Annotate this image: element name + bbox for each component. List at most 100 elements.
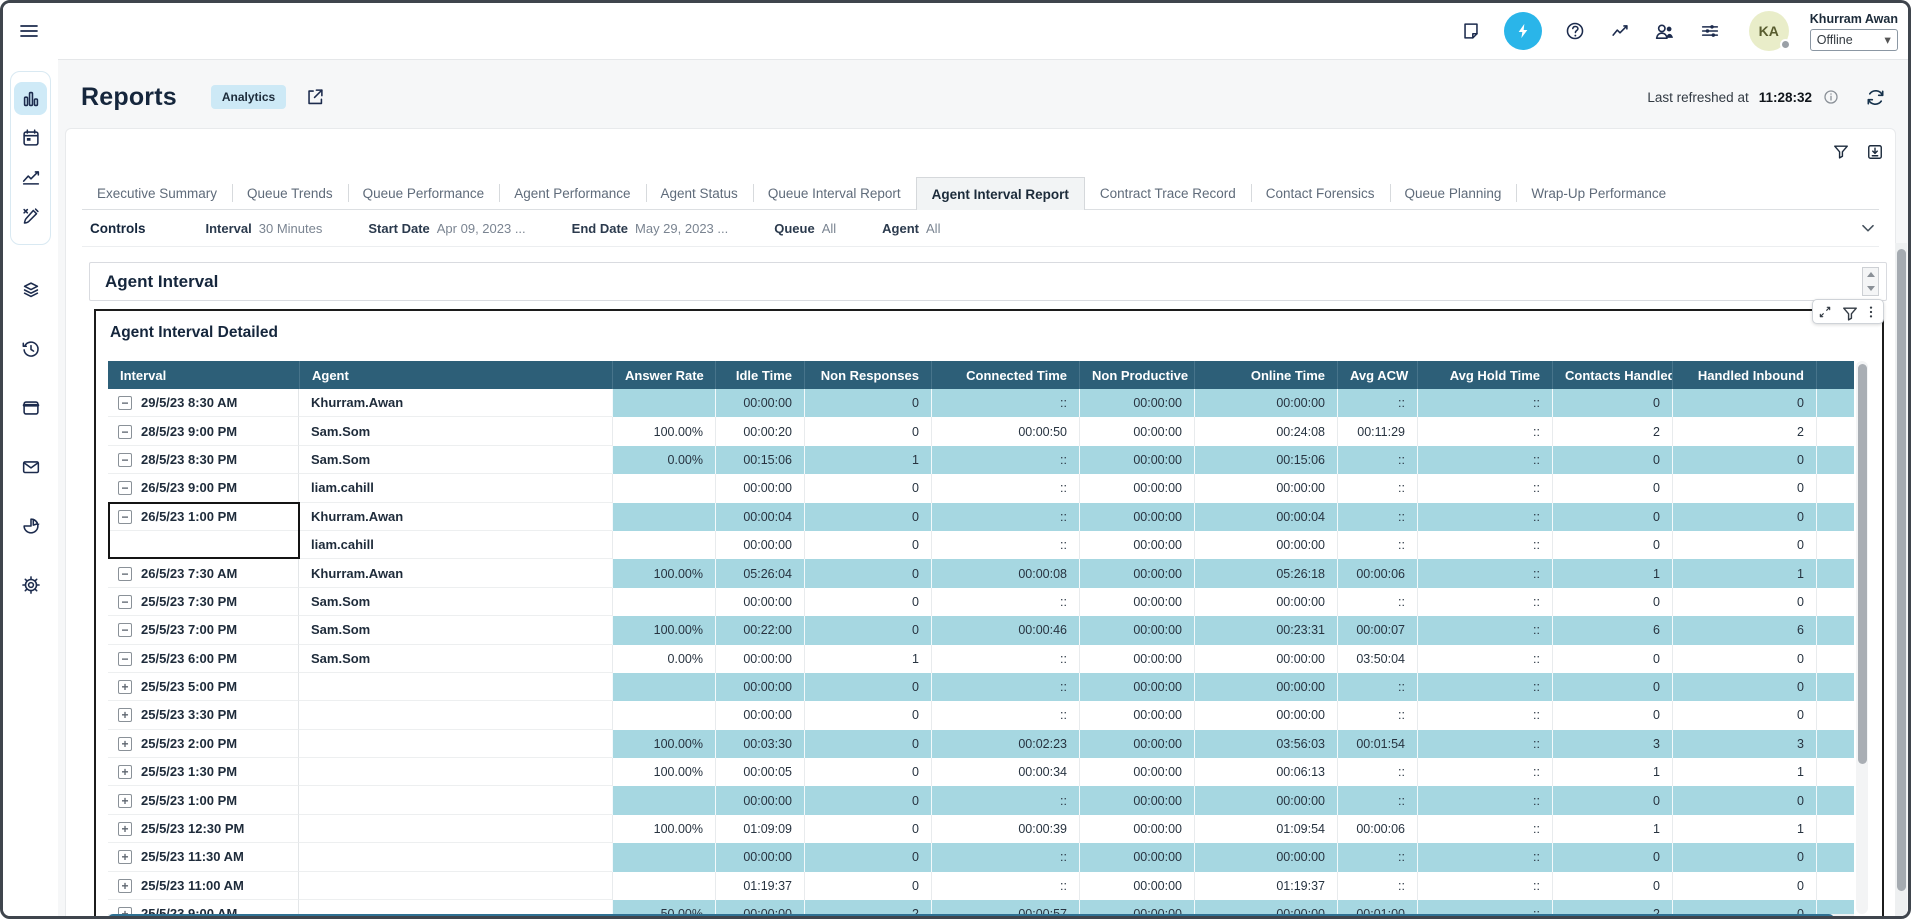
cell-contacts-handled[interactable]: 0 — [1552, 843, 1672, 871]
cell-han[interactable] — [1816, 786, 1854, 814]
cell-handled-inbound[interactable]: 0 — [1672, 503, 1816, 531]
cell-answer-rate[interactable] — [612, 531, 715, 559]
cell-interval[interactable]: +25/5/23 1:30 PM — [108, 758, 299, 786]
tab-wrap-up-performance[interactable]: Wrap-Up Performance — [1516, 177, 1681, 209]
collapse-row-icon[interactable]: − — [118, 595, 132, 609]
cell-online-time[interactable]: 00:00:00 — [1194, 786, 1337, 814]
cell-handled-inbound[interactable]: 0 — [1672, 645, 1816, 673]
expand-row-icon[interactable]: + — [118, 850, 132, 864]
cell-answer-rate[interactable]: 0.00% — [612, 645, 715, 673]
tab-agent-interval-report[interactable]: Agent Interval Report — [916, 177, 1085, 210]
cell-agent[interactable] — [299, 843, 612, 871]
cell-online-time[interactable]: 00:00:00 — [1194, 389, 1337, 417]
cell-non-responses[interactable]: 0 — [804, 474, 931, 502]
cell-avg-hold-time[interactable]: :: — [1417, 389, 1552, 417]
collapse-row-icon[interactable]: − — [118, 510, 132, 524]
cell-avg-hold-time[interactable]: :: — [1417, 446, 1552, 474]
expand-row-icon[interactable]: + — [118, 708, 132, 722]
expand-row-icon[interactable]: + — [118, 822, 132, 836]
section-scroll-buttons[interactable] — [1862, 267, 1879, 296]
control-queue[interactable]: Queue All — [774, 221, 836, 236]
help-icon[interactable] — [1563, 19, 1587, 43]
cell-connected-time[interactable]: :: — [931, 446, 1079, 474]
kebab-menu-icon[interactable] — [1863, 304, 1879, 320]
sidebar-item-reports[interactable] — [14, 82, 47, 115]
cell-non-productive[interactable]: 00:00:00 — [1079, 673, 1194, 701]
cell-connected-time[interactable]: 00:00:34 — [931, 758, 1079, 786]
cell-agent[interactable] — [299, 900, 612, 914]
cell-connected-time[interactable]: 00:02:23 — [931, 730, 1079, 758]
cell-answer-rate[interactable] — [612, 786, 715, 814]
cell-idle-time[interactable]: 00:03:30 — [715, 730, 804, 758]
sidebar-item-layers[interactable] — [14, 273, 47, 306]
expand-row-icon[interactable]: + — [118, 879, 132, 893]
cell-han[interactable] — [1816, 446, 1854, 474]
cell-handled-inbound[interactable]: 0 — [1672, 588, 1816, 616]
col-header-online-time[interactable]: Online Time — [1194, 361, 1337, 389]
cell-online-time[interactable]: 00:00:00 — [1194, 531, 1337, 559]
cell-agent[interactable]: Sam.Som — [299, 645, 612, 673]
cell-online-time[interactable]: 00:00:04 — [1194, 503, 1337, 531]
cell-interval[interactable]: −28/5/23 9:00 PM — [108, 417, 299, 445]
agents-icon[interactable] — [1653, 19, 1677, 43]
cell-agent[interactable] — [299, 786, 612, 814]
cell-interval[interactable]: −26/5/23 9:00 PM — [108, 474, 299, 502]
cell-avg-hold-time[interactable]: :: — [1417, 645, 1552, 673]
cell-idle-time[interactable]: 00:00:20 — [715, 417, 804, 445]
tab-queue-trends[interactable]: Queue Trends — [232, 177, 348, 209]
cell-connected-time[interactable]: :: — [931, 588, 1079, 616]
cell-connected-time[interactable]: :: — [931, 474, 1079, 502]
expand-row-icon[interactable]: + — [118, 907, 132, 914]
cell-avg-hold-time[interactable]: :: — [1417, 417, 1552, 445]
hamburger-icon[interactable] — [17, 19, 41, 43]
external-link-icon[interactable] — [304, 85, 328, 109]
col-header-connected-time[interactable]: Connected Time — [931, 361, 1079, 389]
cell-interval[interactable]: −25/5/23 7:00 PM — [108, 616, 299, 644]
cell-interval[interactable]: +25/5/23 5:00 PM — [108, 673, 299, 701]
cell-avg-hold-time[interactable]: :: — [1417, 843, 1552, 871]
cell-avg-hold-time[interactable]: :: — [1417, 673, 1552, 701]
cell-non-responses[interactable]: 0 — [804, 559, 931, 587]
table-vertical-scrollbar[interactable] — [1856, 361, 1868, 914]
cell-handled-inbound[interactable]: 0 — [1672, 531, 1816, 559]
expand-row-icon[interactable]: + — [118, 765, 132, 779]
scroll-up-icon[interactable] — [1867, 272, 1875, 277]
cell-answer-rate[interactable]: 100.00% — [612, 417, 715, 445]
cell-non-productive[interactable]: 00:00:00 — [1079, 786, 1194, 814]
cell-non-productive[interactable]: 00:00:00 — [1079, 872, 1194, 900]
cell-han[interactable] — [1816, 559, 1854, 587]
cell-non-productive[interactable]: 00:00:00 — [1079, 900, 1194, 914]
cell-handled-inbound[interactable]: 1 — [1672, 559, 1816, 587]
cell-non-responses[interactable]: 1 — [804, 446, 931, 474]
collapse-row-icon[interactable]: − — [118, 425, 132, 439]
control-start-date[interactable]: Start Date Apr 09, 2023 ... — [368, 221, 525, 236]
cell-contacts-handled[interactable]: 0 — [1552, 474, 1672, 502]
cell-agent[interactable]: liam.cahill — [299, 531, 612, 559]
cell-avg-hold-time[interactable]: :: — [1417, 701, 1552, 729]
cell-avg-acw[interactable]: :: — [1337, 673, 1417, 701]
cell-non-productive[interactable]: 00:00:00 — [1079, 417, 1194, 445]
cell-interval[interactable]: −28/5/23 8:30 PM — [108, 446, 299, 474]
cell-non-responses[interactable]: 2 — [804, 900, 931, 914]
cell-han[interactable] — [1816, 673, 1854, 701]
cell-contacts-handled[interactable]: 0 — [1552, 503, 1672, 531]
cell-non-productive[interactable]: 00:00:00 — [1079, 701, 1194, 729]
cell-connected-time[interactable]: 00:00:39 — [931, 815, 1079, 843]
cell-han[interactable] — [1816, 730, 1854, 758]
cell-non-productive[interactable]: 00:00:00 — [1079, 588, 1194, 616]
sidebar-item-customize[interactable] — [14, 199, 47, 232]
cell-han[interactable] — [1816, 389, 1854, 417]
cell-avg-acw[interactable]: :: — [1337, 843, 1417, 871]
cell-online-time[interactable]: 00:00:00 — [1194, 474, 1337, 502]
cell-online-time[interactable]: 00:06:13 — [1194, 758, 1337, 786]
cell-answer-rate[interactable] — [612, 701, 715, 729]
cell-contacts-handled[interactable]: 6 — [1552, 616, 1672, 644]
cell-handled-inbound[interactable]: 0 — [1672, 446, 1816, 474]
cell-non-responses[interactable]: 0 — [804, 815, 931, 843]
cell-answer-rate[interactable]: 100.00% — [612, 559, 715, 587]
cell-online-time[interactable]: 00:23:31 — [1194, 616, 1337, 644]
expand-icon[interactable] — [1817, 304, 1833, 320]
collapse-row-icon[interactable]: − — [118, 453, 132, 467]
sidebar-item-browser[interactable] — [14, 391, 47, 424]
tab-contract-trace-record[interactable]: Contract Trace Record — [1085, 177, 1251, 209]
